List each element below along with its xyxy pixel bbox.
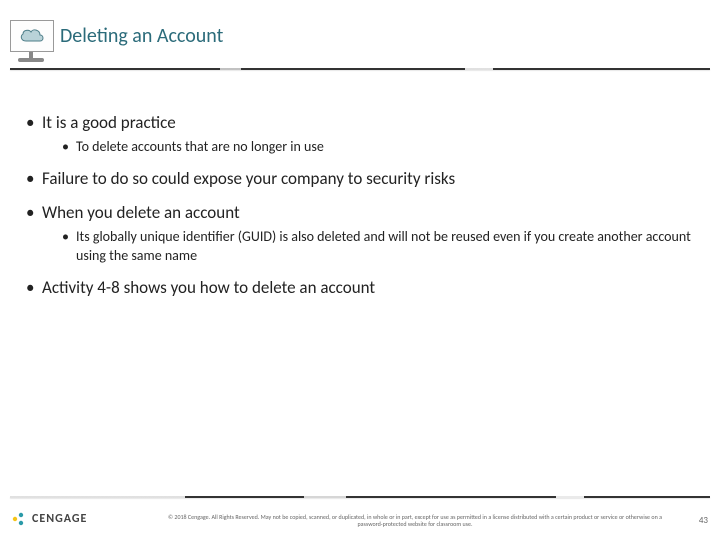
bullet-text: It is a good practice (42, 112, 176, 133)
slide-footer: CENGAGE © 2018 Cengage. All Rights Reser… (10, 502, 710, 532)
slide-title: Deleting an Account (60, 24, 223, 48)
sub-bullet-text: To delete accounts that are no longer in… (76, 138, 324, 155)
bullet-text: Activity 4-8 shows you how to delete an … (42, 277, 375, 298)
bullet-item: Failure to do so could expose your compa… (24, 168, 696, 190)
footer-divider (10, 496, 710, 498)
copyright-text: © 2018 Cengage. All Rights Reserved. May… (160, 514, 670, 528)
sub-bullet-text: Its globally unique identifier (GUID) is… (76, 228, 691, 263)
sub-bullet-item: To delete accounts that are no longer in… (62, 138, 696, 156)
slide-header: Deleting an Account (10, 20, 710, 52)
slide: Deleting an Account It is a good practic… (0, 0, 720, 540)
header-icon-frame (10, 20, 54, 52)
brand-name: CENGAGE (32, 512, 87, 526)
slide-body: It is a good practice To delete accounts… (24, 112, 696, 311)
brand: CENGAGE (10, 510, 87, 528)
brand-logo-icon (10, 510, 28, 528)
cloud-icon (17, 26, 47, 46)
bullet-text: Failure to do so could expose your compa… (42, 168, 455, 189)
bullet-item: Activity 4-8 shows you how to delete an … (24, 277, 696, 299)
header-divider (10, 68, 710, 70)
bullet-item: When you delete an account Its globally … (24, 202, 696, 264)
bullet-item: It is a good practice To delete accounts… (24, 112, 696, 156)
sub-bullet-item: Its globally unique identifier (GUID) is… (62, 228, 696, 264)
page-number: 43 (699, 515, 708, 526)
bullet-text: When you delete an account (42, 202, 240, 223)
monitor-stand-icon (10, 52, 52, 64)
